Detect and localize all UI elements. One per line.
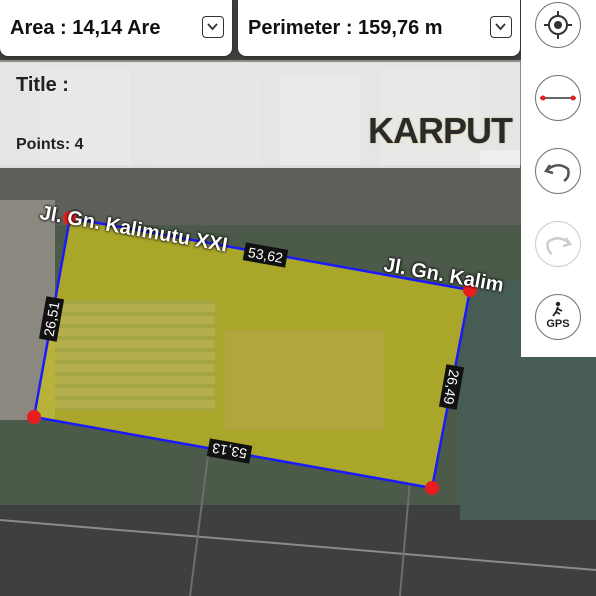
info-panel: Title : Points: 4 KARPUT [0,62,520,168]
title-label[interactable]: Title : [16,74,69,97]
perimeter-panel[interactable]: Perimeter : 159,76 m [238,0,520,56]
points-count: Points: 4 [16,136,84,153]
perimeter-value: Perimeter : 159,76 m [248,16,443,39]
locate-button[interactable] [535,2,581,48]
vertex-point[interactable] [27,410,41,424]
undo-icon [544,164,570,183]
map-toolbar: GPS [521,0,596,357]
redo-button[interactable] [535,221,581,267]
chevron-down-icon [495,23,506,31]
area-value: Area : 14,14 Are [10,16,161,39]
karput-logo: KARPUT [368,110,513,151]
gps-button[interactable]: GPS [535,294,581,340]
gps-icon [552,301,563,317]
vertex-point[interactable] [425,481,439,495]
redo-icon [546,237,572,256]
locate-icon [544,11,572,39]
measure-line-button[interactable] [535,75,581,121]
chevron-down-icon [207,23,218,31]
area-panel[interactable]: Area : 14,14 Are [0,0,232,56]
measure-line-icon [540,95,576,101]
perimeter-unit-dropdown[interactable] [490,16,512,38]
gps-label: GPS [546,318,570,330]
area-unit-dropdown[interactable] [202,16,224,38]
undo-button[interactable] [535,148,581,194]
